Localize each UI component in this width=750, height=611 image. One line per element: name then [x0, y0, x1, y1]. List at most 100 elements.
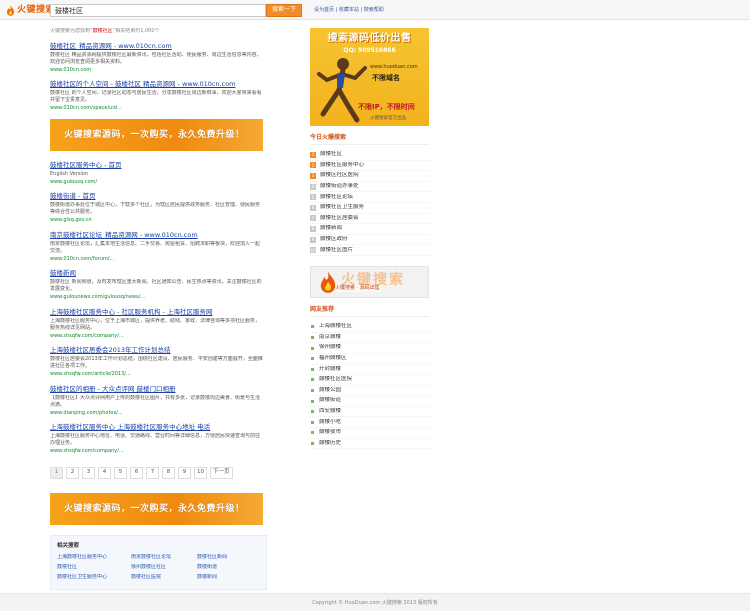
page-link-4[interactable]: 4 [98, 466, 111, 479]
hot-item[interactable]: 10 鼓楼社区图片 [310, 245, 429, 257]
bullet-icon [311, 431, 314, 435]
rank-badge: 3 [310, 173, 316, 180]
ad-banner-small[interactable]: 火键搜索 火键搜索 · 源码出售 [310, 266, 429, 299]
page-link-3[interactable]: 3 [82, 466, 95, 479]
logo[interactable]: 火键搜索 [6, 4, 55, 16]
page-link-2[interactable]: 2 [66, 466, 79, 479]
hot-link[interactable]: 鼓楼街道办事处 [320, 183, 359, 190]
search-input[interactable] [50, 4, 266, 17]
related-link[interactable]: 上海鼓楼社区服务中心 [57, 554, 127, 561]
related-link[interactable]: 鼓楼新闻 [197, 574, 267, 581]
result-title[interactable]: 南京鼓楼社区论坛_精品资源网 - www.010cn.com [50, 231, 263, 240]
promo-banner-bottom[interactable]: 火键搜索源码，一次购买，永久免费升级！ [50, 492, 263, 525]
rec-link[interactable]: 鼓楼公园 [319, 387, 341, 394]
page-link-9[interactable]: 9 [178, 466, 191, 479]
rec-link[interactable]: 徐州鼓楼 [319, 344, 341, 351]
related-link[interactable]: 鼓楼社区卫生服务中心 [57, 574, 127, 581]
rec-item[interactable]: 鼓楼夜市 [310, 428, 429, 439]
result-title[interactable]: 上海鼓楼社区服务中心 上海鼓楼社区服务中心地址 电话 [50, 423, 263, 432]
rank-badge: 2 [310, 162, 316, 169]
result-item: 鼓楼社区_精品资源网 - www.010cn.com 鼓楼社区 精品资源网提供鼓… [50, 42, 263, 74]
rec-link[interactable]: 福州鼓楼区 [319, 355, 347, 362]
hot-item[interactable]: 9 鼓楼区政府 [310, 235, 429, 246]
hot-item[interactable]: 3 鼓楼区社区医院 [310, 171, 429, 182]
related-title: 相关搜索 [57, 542, 80, 549]
bullet-icon [311, 399, 314, 403]
result-title[interactable]: 鼓楼社区_精品资源网 - www.010cn.com [50, 42, 263, 51]
rec-item[interactable]: 上海鼓楼社区 [310, 322, 429, 333]
related-link[interactable]: 鼓楼社区 [57, 564, 127, 571]
hot-item[interactable]: 7 鼓楼社区居委会 [310, 214, 429, 225]
rec-link[interactable]: 开封鼓楼 [319, 366, 341, 373]
rec-item[interactable]: 西安鼓楼 [310, 407, 429, 418]
rec-link[interactable]: 鼓楼社区医院 [319, 376, 352, 383]
rec-item[interactable]: 鼓楼历史 [310, 439, 429, 450]
hot-link[interactable]: 鼓楼新闻 [320, 225, 342, 232]
hot-link[interactable]: 鼓楼区政府 [320, 236, 348, 243]
result-title[interactable]: 鼓楼新闻 [50, 269, 263, 278]
related-link[interactable]: 南京鼓楼社区论坛 [131, 554, 193, 561]
rec-link[interactable]: 鼓楼夜市 [319, 429, 341, 436]
related-link[interactable]: 鼓楼社区新闻 [197, 554, 267, 561]
result-title[interactable]: 上海鼓楼社区居委会2013年工作计划总结 [50, 346, 263, 355]
rec-link[interactable]: 鼓楼历史 [319, 440, 341, 447]
hot-item[interactable]: 8 鼓楼新闻 [310, 224, 429, 235]
rec-item[interactable]: 鼓楼街道 [310, 396, 429, 407]
rec-link[interactable]: 鼓楼街道 [319, 397, 341, 404]
hot-item[interactable]: 1 鼓楼社区 [310, 150, 429, 161]
result-title[interactable]: 鼓楼街道 - 首页 [50, 192, 263, 201]
result-item: 鼓楼社区的个人空间 - 鼓楼社区 精品资源网 - www.010cn.com 鼓… [50, 80, 263, 112]
hot-link[interactable]: 鼓楼社区论坛 [320, 194, 353, 201]
search-button[interactable]: 搜索一下 [266, 4, 302, 17]
ad-ip: 不限IP，不限时间 [358, 103, 415, 111]
bullet-icon [311, 378, 314, 382]
result-snippet: 鼓楼街道办事处位于城区中心，下辖多个社区，为辖区居民提供政务服务、社区管理、便民… [50, 202, 261, 216]
page-link-1[interactable]: 1 [50, 466, 63, 479]
rec-item[interactable]: 开封鼓楼 [310, 365, 429, 376]
result-title[interactable]: 鼓楼社区的个人空间 - 鼓楼社区 精品资源网 - www.010cn.com [50, 80, 263, 89]
result-title[interactable]: 鼓楼社区服务中心 - 首页 [50, 161, 263, 170]
hot-link[interactable]: 鼓楼社区 [320, 151, 342, 158]
rec-item[interactable]: 鼓楼小吃 [310, 417, 429, 429]
pagination: 1 2 3 4 5 6 7 8 9 10 下一页 [50, 466, 263, 479]
rec-item[interactable]: 徐州鼓楼 [310, 343, 429, 354]
hot-item[interactable]: 6 鼓楼社区卫生服务 [310, 203, 429, 214]
page-link-8[interactable]: 8 [162, 466, 175, 479]
result-title[interactable]: 鼓楼社区的相册 - 大众点评网 鼓楼门口相册 [50, 385, 263, 394]
bullet-icon [311, 346, 314, 350]
related-searches: 相关搜索 上海鼓楼社区服务中心 南京鼓楼社区论坛 鼓楼社区新闻 鼓楼社区 徐州鼓… [50, 534, 267, 590]
hot-item[interactable]: 2 鼓楼社区服务中心 [310, 161, 429, 172]
rec-link[interactable]: 鼓楼小吃 [319, 419, 341, 426]
rec-link[interactable]: 南京鼓楼 [319, 334, 341, 341]
page-link-6[interactable]: 6 [130, 466, 143, 479]
page-link-10[interactable]: 10 [194, 466, 207, 479]
hot-item[interactable]: 4 鼓楼街道办事处 [310, 182, 429, 193]
hot-link[interactable]: 鼓楼社区图片 [320, 247, 353, 254]
page-link-7[interactable]: 7 [146, 466, 159, 479]
hot-link[interactable]: 鼓楼社区居委会 [320, 215, 359, 222]
related-link[interactable]: 鼓楼街道 [197, 564, 267, 571]
result-title[interactable]: 上海鼓楼社区服务中心 - 社区服务机构 - 上海社区服务网 [50, 308, 263, 317]
rec-link[interactable]: 西安鼓楼 [319, 408, 341, 415]
rec-item[interactable]: 鼓楼社区医院 [310, 375, 429, 386]
rec-link[interactable]: 上海鼓楼社区 [319, 323, 352, 330]
result-url: www.shsqfw.com/company/... [50, 332, 124, 339]
promo-banner-top[interactable]: 火键搜索源码，一次购买，永久免费升级！ [50, 118, 263, 151]
rank-badge: 6 [310, 204, 316, 211]
hot-link[interactable]: 鼓楼社区服务中心 [320, 162, 364, 169]
next-page-link[interactable]: 下一页 [210, 466, 233, 479]
ad-banner[interactable]: 搜索源码低价出售 QQ: 909516866 www.huoduan.com 不… [310, 28, 429, 126]
hot-link[interactable]: 鼓楼社区卫生服务 [320, 204, 364, 211]
flame-icon [6, 4, 15, 16]
rec-item[interactable]: 福州鼓楼区 [310, 354, 429, 365]
page-link-5[interactable]: 5 [114, 466, 127, 479]
hot-item[interactable]: 5 鼓楼社区论坛 [310, 192, 429, 204]
result-item: 上海鼓楼社区居委会2013年工作计划总结 鼓楼社区居委会2013年工作计划总结，… [50, 346, 263, 378]
header-links[interactable]: 设为首页 | 收藏本站 | 搜索帮助 [314, 7, 384, 14]
bullet-icon [311, 441, 314, 445]
hot-link[interactable]: 鼓楼区社区医院 [320, 172, 359, 179]
related-link[interactable]: 徐州鼓楼区社区 [131, 564, 193, 571]
rec-item[interactable]: 南京鼓楼 [310, 333, 429, 344]
rec-item[interactable]: 鼓楼公园 [310, 386, 429, 397]
related-link[interactable]: 鼓楼社区医院 [131, 574, 193, 581]
